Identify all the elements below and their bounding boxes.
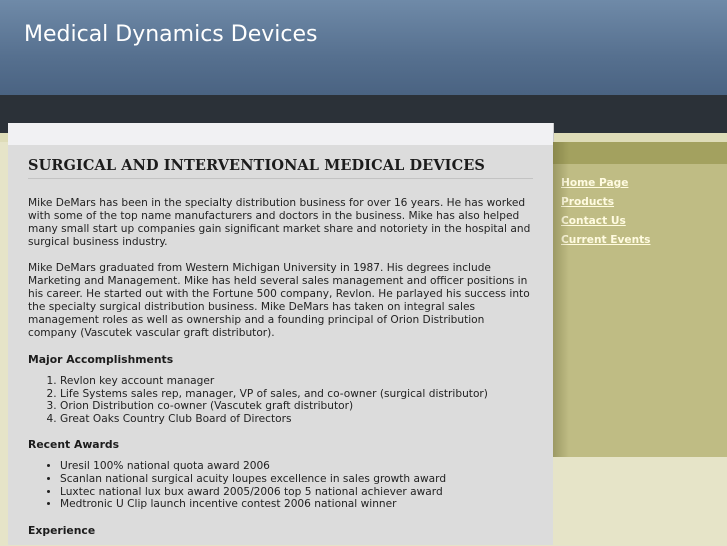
nav-link-home[interactable]: Home Page [561,177,628,189]
list-item: Life Systems sales rep, manager, VP of s… [60,388,533,401]
nav-link-events[interactable]: Current Events [561,234,650,246]
sidebar-footer-area [553,457,727,545]
list-item: Scanlan national surgical acuity loupes … [60,473,533,486]
awards-heading: Recent Awards [28,438,120,452]
list-item: Luxtec national lux bux award 2005/2006 … [60,486,533,499]
nav-item-home: Home Page [561,175,650,194]
bio-paragraph: Mike DeMars graduated from Western Michi… [28,262,530,339]
main-content-panel: SURGICAL AND INTERVENTIONAL MEDICAL DEVI… [8,123,553,545]
list-item: Medtronic U Clip launch incentive contes… [60,498,533,511]
nav-item-products: Products [561,194,650,213]
sidebar-header-band [553,142,727,164]
sidebar-nav: Home Page Products Contact Us Current Ev… [561,175,650,251]
list-item: Orion Distribution co-owner (Vascutek gr… [60,400,533,413]
experience-heading: Experience [28,523,96,537]
list-item: Great Oaks Country Club Board of Directo… [60,413,533,426]
page-heading: SURGICAL AND INTERVENTIONAL MEDICAL DEVI… [28,158,533,179]
accomplishments-heading: Major Accomplishments [28,353,174,366]
sidebar-shadow [553,142,569,457]
content-top-band [8,123,553,145]
awards-list: Uresil 100% national quota award 2006 Sc… [28,460,533,510]
list-item: Uresil 100% national quota award 2006 [60,460,533,473]
article: SURGICAL AND INTERVENTIONAL MEDICAL DEVI… [28,158,533,546]
nav-item-events: Current Events [561,232,650,251]
site-header: Medical Dynamics Devices [0,0,727,95]
sidebar: Home Page Products Contact Us Current Ev… [553,142,727,457]
nav-link-contact[interactable]: Contact Us [561,215,626,227]
accomplishments-list: Revlon key account manager Life Systems … [28,375,533,425]
intro-paragraph: Mike DeMars has been in the specialty di… [28,197,531,248]
list-item: Revlon key account manager [60,375,533,388]
site-title: Medical Dynamics Devices [24,22,318,47]
nav-item-contact: Contact Us [561,213,650,232]
